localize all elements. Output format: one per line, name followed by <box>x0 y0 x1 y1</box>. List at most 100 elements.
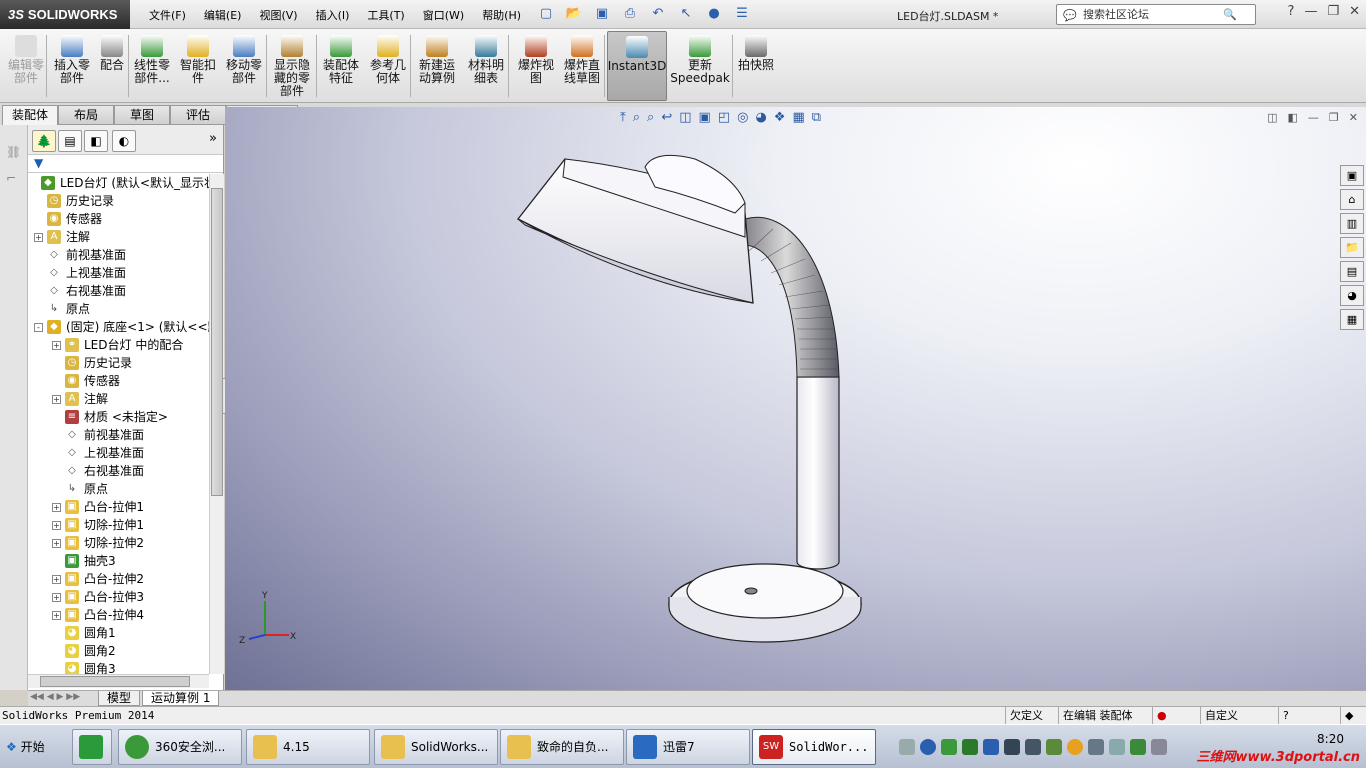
device-icon[interactable] <box>1046 739 1062 755</box>
keyboard-icon[interactable] <box>899 739 915 755</box>
tree-item[interactable]: + ▣ 凸台-拉伸4 <box>52 606 144 624</box>
ribbon-button[interactable]: 新建运 动算例 <box>414 31 460 101</box>
scrollbar-thumb[interactable] <box>211 188 223 496</box>
taskbar-pinned-app[interactable] <box>72 729 112 765</box>
property-manager-tab-icon[interactable]: ▤ <box>58 130 82 152</box>
tab-command[interactable]: 草图 <box>114 105 170 125</box>
search-input[interactable]: 💬 搜索社区论坛 🔍 <box>1056 4 1256 25</box>
ribbon-button[interactable]: 爆炸视 图 <box>514 31 558 101</box>
tab-motion-study[interactable]: 运动算例 1 <box>142 691 220 706</box>
expand-toggle-icon[interactable]: - <box>34 322 43 332</box>
close-icon[interactable]: ✕ <box>1349 4 1360 19</box>
home-icon[interactable]: ⌂ <box>1340 189 1364 210</box>
tab-command[interactable]: 装配体 <box>2 105 58 125</box>
tree-item[interactable]: + ▣ 切除-拉伸2 <box>52 534 144 552</box>
expand-toggle-icon[interactable]: + <box>52 574 61 584</box>
tree-item[interactable]: ▣ 抽壳3 <box>52 552 116 570</box>
tree-vertical-scrollbar[interactable] <box>209 174 224 674</box>
options-icon[interactable]: ☰ <box>731 4 753 24</box>
menu-item[interactable]: 工具(T) <box>358 7 413 23</box>
tree-item[interactable]: ◕ 圆角1 <box>52 624 116 642</box>
help-status-icon[interactable]: ? <box>1278 707 1293 724</box>
filter-icon[interactable]: ▼ <box>34 156 43 170</box>
ribbon-button[interactable]: 插入零 部件 <box>50 31 94 101</box>
save-icon[interactable]: ▣ <box>591 4 613 24</box>
tree-item[interactable]: ↳ 原点 <box>52 480 108 498</box>
tag-icon[interactable]: ◆ <box>1340 707 1357 724</box>
ribbon-button[interactable]: 更新 Speedpak <box>670 31 730 101</box>
menu-item[interactable]: 编辑(E) <box>195 7 251 23</box>
ribbon-button[interactable]: 显示隐 藏的零 部件 <box>268 31 316 101</box>
battery-icon[interactable] <box>1130 739 1146 755</box>
feature-tree-tab-icon[interactable]: 🌲 <box>32 130 56 152</box>
solidworks-resources-icon[interactable]: ▣ <box>1340 165 1364 186</box>
ribbon-button[interactable]: 装配体 特征 <box>318 31 364 101</box>
network-icon[interactable] <box>983 739 999 755</box>
tree-item[interactable]: ◇ 前视基准面 <box>52 426 144 444</box>
select-cursor-icon[interactable]: ↖ <box>675 4 697 24</box>
appearance-tab-icon[interactable]: ◐ <box>112 130 136 152</box>
ribbon-button[interactable]: 编辑零 部件 <box>4 31 48 101</box>
new-document-icon[interactable]: ▢ <box>535 4 557 24</box>
expand-toggle-icon[interactable]: + <box>34 232 43 242</box>
search-icon[interactable]: 🔍 <box>1223 5 1237 24</box>
menu-item[interactable]: 文件(F) <box>140 7 195 23</box>
file-explorer-icon[interactable]: 📁 <box>1340 237 1364 258</box>
expand-toggle-icon[interactable]: + <box>52 502 61 512</box>
security-icon[interactable] <box>962 739 978 755</box>
taskbar-item[interactable]: 迅雷7 <box>626 729 750 765</box>
expand-toggle-icon[interactable]: + <box>52 394 61 404</box>
menu-item[interactable]: 帮助(H) <box>473 7 530 23</box>
tree-item[interactable]: ◆ LED台灯 (默认<默认_显示状 <box>28 174 209 192</box>
tree-item[interactable]: + ▣ 凸台-拉伸2 <box>52 570 144 588</box>
tree-item[interactable]: ◇ 上视基准面 <box>52 444 144 462</box>
solidworks-logo[interactable]: 3S SOLIDWORKS <box>0 0 130 29</box>
menu-item[interactable]: 视图(V) <box>250 7 306 23</box>
custom-properties-icon[interactable]: ▦ <box>1340 309 1364 330</box>
ribbon-button[interactable]: 移动零 部件 <box>222 31 266 101</box>
shield-icon[interactable] <box>941 739 957 755</box>
view-palette-icon[interactable]: ▤ <box>1340 261 1364 282</box>
tree-horizontal-scrollbar[interactable] <box>28 674 209 688</box>
sketch-side-icon[interactable]: ⌐ <box>6 171 22 187</box>
tree-item[interactable]: + ⚭ LED台灯 中的配合 <box>52 336 183 354</box>
ribbon-button[interactable]: 线性零 部件... <box>130 31 174 101</box>
tree-item[interactable]: + ▣ 凸台-拉伸3 <box>52 588 144 606</box>
ribbon-button[interactable]: 配合 <box>96 31 128 101</box>
ribbon-button[interactable]: 参考几 何体 <box>366 31 410 101</box>
taskbar-item[interactable]: SolidWorks... <box>374 729 498 765</box>
ribbon-button[interactable]: 材料明 细表 <box>464 31 508 101</box>
ribbon-button[interactable]: 拍快照 <box>735 31 777 101</box>
expand-toggle-icon[interactable]: + <box>52 538 61 548</box>
tree-item[interactable]: + A 注解 <box>34 228 90 246</box>
rebuild-icon[interactable]: ● <box>1152 707 1171 724</box>
taskbar-item[interactable]: 4.15 <box>246 729 370 765</box>
scrollbar-thumb[interactable] <box>40 676 190 687</box>
monitor-icon[interactable] <box>1004 739 1020 755</box>
design-library-icon[interactable]: ▥ <box>1340 213 1364 234</box>
help-icon[interactable] <box>920 739 936 755</box>
tab-command[interactable]: 评估 <box>170 105 226 125</box>
tree-item[interactable]: ◉ 传感器 <box>34 210 102 228</box>
tree-item[interactable]: + A 注解 <box>52 390 108 408</box>
tree-item[interactable]: ↳ 原点 <box>34 300 90 318</box>
expand-toggle-icon[interactable]: + <box>52 610 61 620</box>
mates-side-icon[interactable]: ⛓ <box>6 145 22 161</box>
scroll-arrows[interactable]: ◀◀ ◀ ▶ ▶▶ <box>30 692 80 702</box>
signal-icon[interactable] <box>1151 739 1167 755</box>
configuration-tab-icon[interactable]: ◧ <box>84 130 108 152</box>
expand-panel-icon[interactable]: » <box>209 131 217 146</box>
tree-item[interactable]: ◇ 前视基准面 <box>34 246 126 264</box>
start-button[interactable]: ❖ 开始 <box>2 731 54 763</box>
traffic-light-icon[interactable]: ● <box>703 4 725 24</box>
tree-item[interactable]: + ▣ 切除-拉伸1 <box>52 516 144 534</box>
volume-icon[interactable] <box>1109 739 1125 755</box>
tree-filter[interactable]: ▼ <box>28 155 223 173</box>
taskbar-item[interactable]: 360安全浏... <box>118 729 242 765</box>
tree-item[interactable]: - ◆ (固定) 底座<1> (默认<<默 <box>34 318 209 336</box>
ribbon-button[interactable]: 爆炸直 线草图 <box>560 31 604 101</box>
tab-model[interactable]: 模型 <box>98 691 141 706</box>
tree-item[interactable]: ◷ 历史记录 <box>34 192 114 210</box>
tree-item[interactable]: ◕ 圆角3 <box>52 660 116 674</box>
taskbar-item-active[interactable]: SW SolidWor... <box>752 729 876 765</box>
